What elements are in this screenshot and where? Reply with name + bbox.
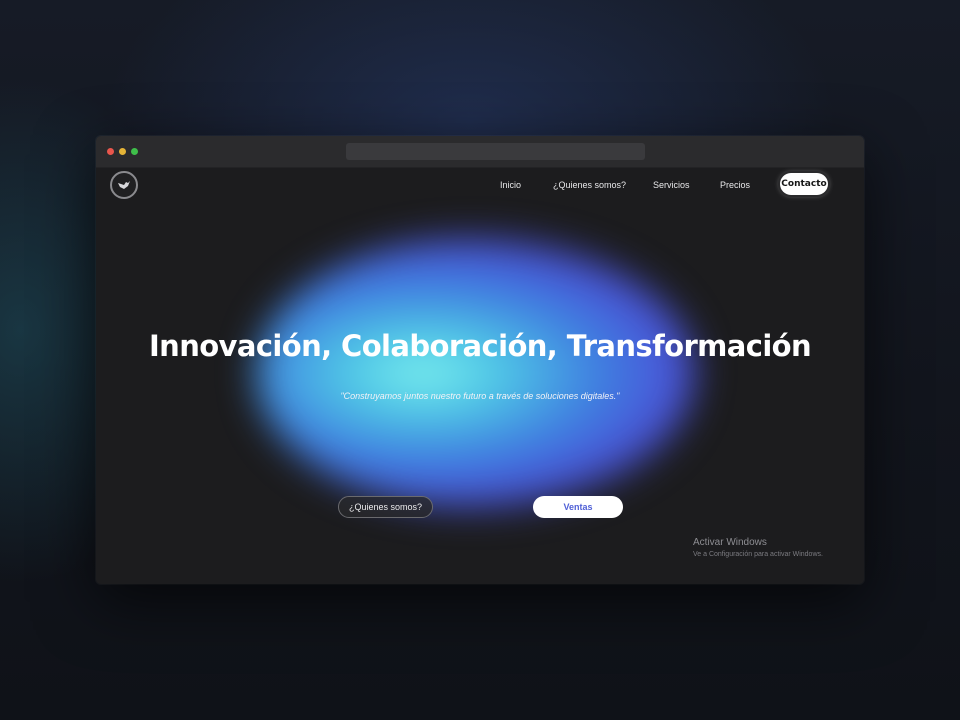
browser-titlebar: [96, 136, 864, 168]
close-window-button[interactable]: [107, 148, 114, 155]
maximize-window-button[interactable]: [131, 148, 138, 155]
address-bar[interactable]: [346, 143, 645, 160]
site-logo[interactable]: [110, 171, 138, 199]
hero-subtitle: "Construyamos juntos nuestro futuro a tr…: [340, 391, 620, 401]
ventas-button[interactable]: Ventas: [533, 496, 623, 518]
quienes-somos-button[interactable]: ¿Quienes somos?: [338, 496, 433, 518]
minimize-window-button[interactable]: [119, 148, 126, 155]
nav-link-precios[interactable]: Precios: [720, 180, 750, 190]
whale-icon: [118, 181, 130, 189]
page-viewport: Inicio ¿Quienes somos? Servicios Precios…: [96, 168, 864, 584]
hero-title: Innovación, Colaboración, Transformación: [148, 329, 812, 363]
contact-button[interactable]: Contacto: [780, 173, 828, 195]
activate-windows-subtitle: Ve a Configuración para activar Windows.: [693, 551, 823, 558]
nav-link-servicios[interactable]: Servicios: [653, 180, 690, 190]
nav-link-quienes-somos[interactable]: ¿Quienes somos?: [553, 180, 626, 190]
hero-gradient-glow: [256, 238, 696, 508]
activate-windows-title: Activar Windows: [693, 537, 767, 548]
nav-link-inicio[interactable]: Inicio: [500, 180, 521, 190]
browser-window: Inicio ¿Quienes somos? Servicios Precios…: [96, 136, 864, 584]
